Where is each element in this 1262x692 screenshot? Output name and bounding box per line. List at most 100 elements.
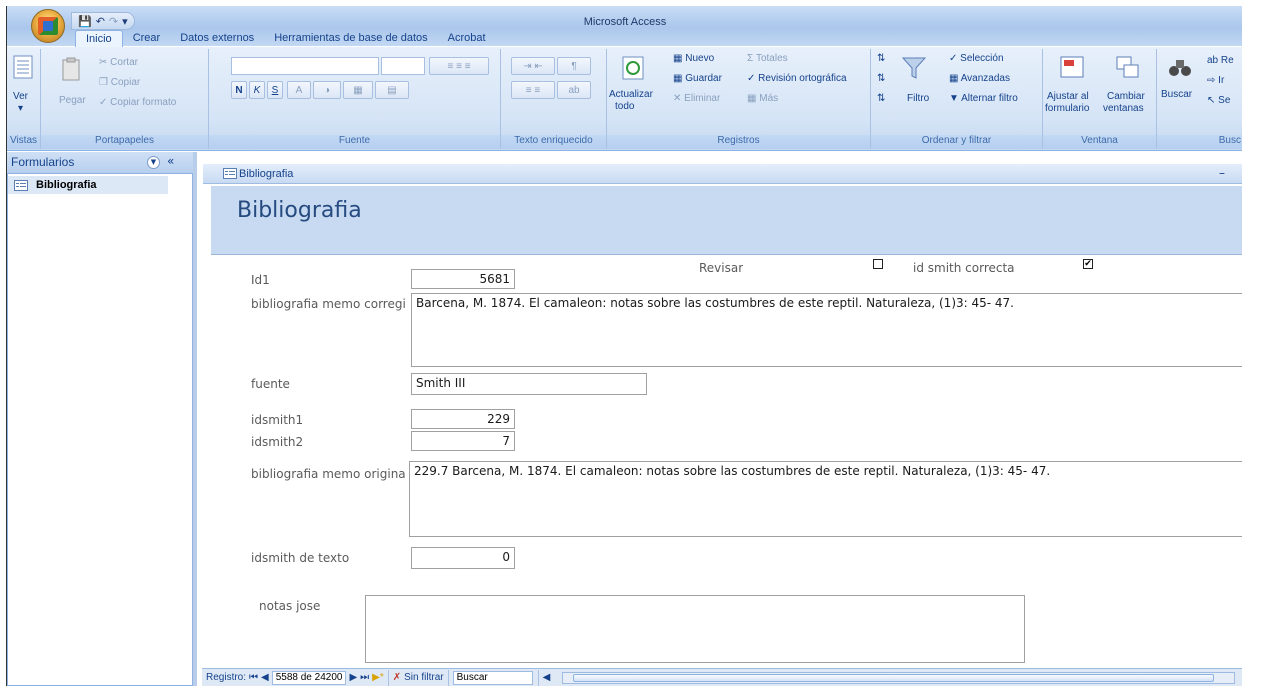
scroll-left-icon[interactable]: ◀ <box>539 672 555 683</box>
seleccionar-button[interactable]: ↖ Se <box>1207 95 1230 106</box>
form-icon <box>14 179 28 191</box>
eliminar-button[interactable]: ✕ Eliminar <box>673 93 720 104</box>
underline-button[interactable]: S <box>267 81 283 99</box>
italic-button[interactable]: K <box>249 81 265 99</box>
ventanas-label[interactable]: ventanas <box>1103 103 1144 114</box>
sort-desc-icon[interactable]: ⇅ <box>877 73 885 84</box>
nav-item-bibliografia[interactable]: Bibliografia <box>8 176 168 194</box>
tab-inicio[interactable]: Inicio <box>75 30 123 48</box>
font-color-button[interactable]: A <box>287 81 311 99</box>
font-size-dropdown[interactable] <box>381 57 425 75</box>
ver-button[interactable]: Ver <box>13 91 28 102</box>
align-buttons[interactable]: ≡ ≡ ≡ <box>429 57 489 75</box>
fuente-label: fuente <box>251 377 290 391</box>
next-record-icon[interactable]: ▶ <box>349 672 357 683</box>
search-box[interactable]: Buscar <box>449 669 539 686</box>
font-name-dropdown[interactable] <box>231 57 379 75</box>
filter-icon[interactable] <box>901 55 929 81</box>
gridlines-button[interactable]: ▦ <box>343 81 373 99</box>
filter-status[interactable]: ✗ Sin filtrar <box>389 669 449 686</box>
filtro-button[interactable]: Filtro <box>907 93 929 104</box>
fuente-field[interactable]: Smith III <box>411 373 647 395</box>
list-buttons[interactable]: ≡ ≡ <box>511 81 555 99</box>
navigation-pane: Formularios ▼ « Bibliografia <box>7 152 197 686</box>
cortar-button[interactable]: ✂ Cortar <box>99 57 138 68</box>
seleccion-button[interactable]: ✓ Selección <box>949 53 1004 64</box>
minimize-icon[interactable]: – <box>1219 166 1225 180</box>
bold-button[interactable]: N <box>231 81 247 99</box>
highlight-button[interactable]: ab <box>557 81 591 99</box>
avanzadas-label: Avanzadas <box>960 73 1010 84</box>
sort-asc-icon[interactable]: ⇅ <box>877 53 885 64</box>
idsmith-correcta-checkbox[interactable]: ✔ <box>1083 259 1093 269</box>
ir-button[interactable]: ⇨ Ir <box>1207 75 1224 86</box>
nuevo-label: Nuevo <box>685 53 715 64</box>
prev-record-icon[interactable]: ◀ <box>261 672 269 683</box>
indent-buttons[interactable]: ⇥ ⇤ <box>511 57 555 75</box>
tab-herramientas[interactable]: Herramientas de base de datos <box>264 30 437 48</box>
goto-icon: ⇨ <box>1207 75 1216 86</box>
fit-form-icon[interactable] <box>1059 55 1087 81</box>
horizontal-scrollbar[interactable] <box>562 671 1235 684</box>
search-input[interactable]: Buscar <box>452 670 533 685</box>
last-record-icon[interactable]: ⏭ <box>360 672 369 683</box>
binoculars-icon[interactable] <box>1167 55 1195 81</box>
alternar-filtro-button[interactable]: ▼ Alternar filtro <box>949 93 1018 104</box>
new-record-icon[interactable]: ▶* <box>372 672 384 683</box>
fill-color-button[interactable]: ◑ <box>313 81 341 99</box>
totales-button[interactable]: Σ Totales <box>747 53 788 64</box>
collapse-pane-icon[interactable]: « <box>167 154 174 168</box>
cambiar-button[interactable]: Cambiar <box>1107 91 1145 102</box>
nav-header[interactable]: Formularios ▼ « <box>7 152 193 174</box>
tab-datos-externos[interactable]: Datos externos <box>170 30 264 48</box>
reemplazar-button[interactable]: ab Re <box>1207 55 1234 66</box>
revision-button[interactable]: ✓ Revisión ortográfica <box>747 73 847 84</box>
tab-crear[interactable]: Crear <box>123 30 171 48</box>
refresh-icon[interactable] <box>621 55 649 81</box>
notas-field[interactable] <box>365 595 1025 663</box>
switch-windows-icon[interactable] <box>1115 55 1143 81</box>
new-record-icon: ▦ <box>673 53 683 64</box>
ir-label: Ir <box>1218 75 1225 86</box>
view-icon[interactable] <box>13 55 41 81</box>
paste-icon[interactable] <box>61 57 89 83</box>
clear-sort-icon[interactable]: ⇅ <box>877 93 885 104</box>
scrollbar-thumb[interactable] <box>573 673 1214 682</box>
first-record-icon[interactable]: ⏮ <box>249 672 258 683</box>
alternar-label: Alternar filtro <box>961 93 1018 104</box>
pegar-button[interactable]: Pegar <box>59 95 86 106</box>
record-position-input[interactable]: 5588 de 24200 <box>271 670 347 685</box>
guardar-button[interactable]: ▦ Guardar <box>673 73 722 84</box>
paragraph-button[interactable]: ¶ <box>557 57 591 75</box>
buscar-button[interactable]: Buscar <box>1161 89 1192 100</box>
chevron-down-icon[interactable]: ▼ <box>147 156 160 169</box>
idsmith-texto-field[interactable]: 0 <box>411 547 515 569</box>
copiar-formato-button[interactable]: ✓ Copiar formato <box>99 97 176 108</box>
eliminar-label: Eliminar <box>684 93 721 104</box>
delete-icon: ✕ <box>673 93 682 104</box>
copiar-button[interactable]: ❐ Copiar <box>99 77 140 88</box>
idsmith1-field[interactable]: 229 <box>411 409 515 429</box>
group-texto: ⇥ ⇤ ¶ ≡ ≡ ab Texto enriquecido <box>501 49 607 149</box>
revisar-checkbox[interactable] <box>873 259 883 269</box>
chevron-down-icon[interactable]: ▾ <box>18 103 23 114</box>
tab-acrobat[interactable]: Acrobat <box>438 30 496 48</box>
group-label-registros: Registros <box>607 135 870 149</box>
form-title: Bibliografia <box>237 198 362 223</box>
alt-fill-button[interactable]: ▤ <box>375 81 409 99</box>
bib-corregi-field[interactable]: Barcena, M. 1874. El camaleon: notas sob… <box>411 293 1242 367</box>
avanzadas-button[interactable]: ▦ Avanzadas <box>949 73 1010 84</box>
idsmith2-field[interactable]: 7 <box>411 431 515 451</box>
group-buscar: Buscar ab Re ⇨ Ir ↖ Se Busc <box>1157 49 1242 149</box>
group-label-buscar: Busc <box>1157 135 1242 149</box>
nuevo-button[interactable]: ▦ Nuevo <box>673 53 714 64</box>
bib-origina-field[interactable]: 229.7 Barcena, M. 1874. El camaleon: not… <box>409 461 1242 537</box>
form-document-tab[interactable]: Bibliografia – <box>203 164 1242 184</box>
actualizar-button[interactable]: Actualizar <box>609 89 653 100</box>
mas-button[interactable]: ▦ Más <box>747 93 778 104</box>
id1-field[interactable]: 5681 <box>411 269 515 289</box>
todo-label[interactable]: todo <box>615 101 634 112</box>
ajustar-button[interactable]: Ajustar al <box>1047 91 1089 102</box>
select-icon: ↖ <box>1207 95 1216 106</box>
formulario-label[interactable]: formulario <box>1045 103 1089 114</box>
